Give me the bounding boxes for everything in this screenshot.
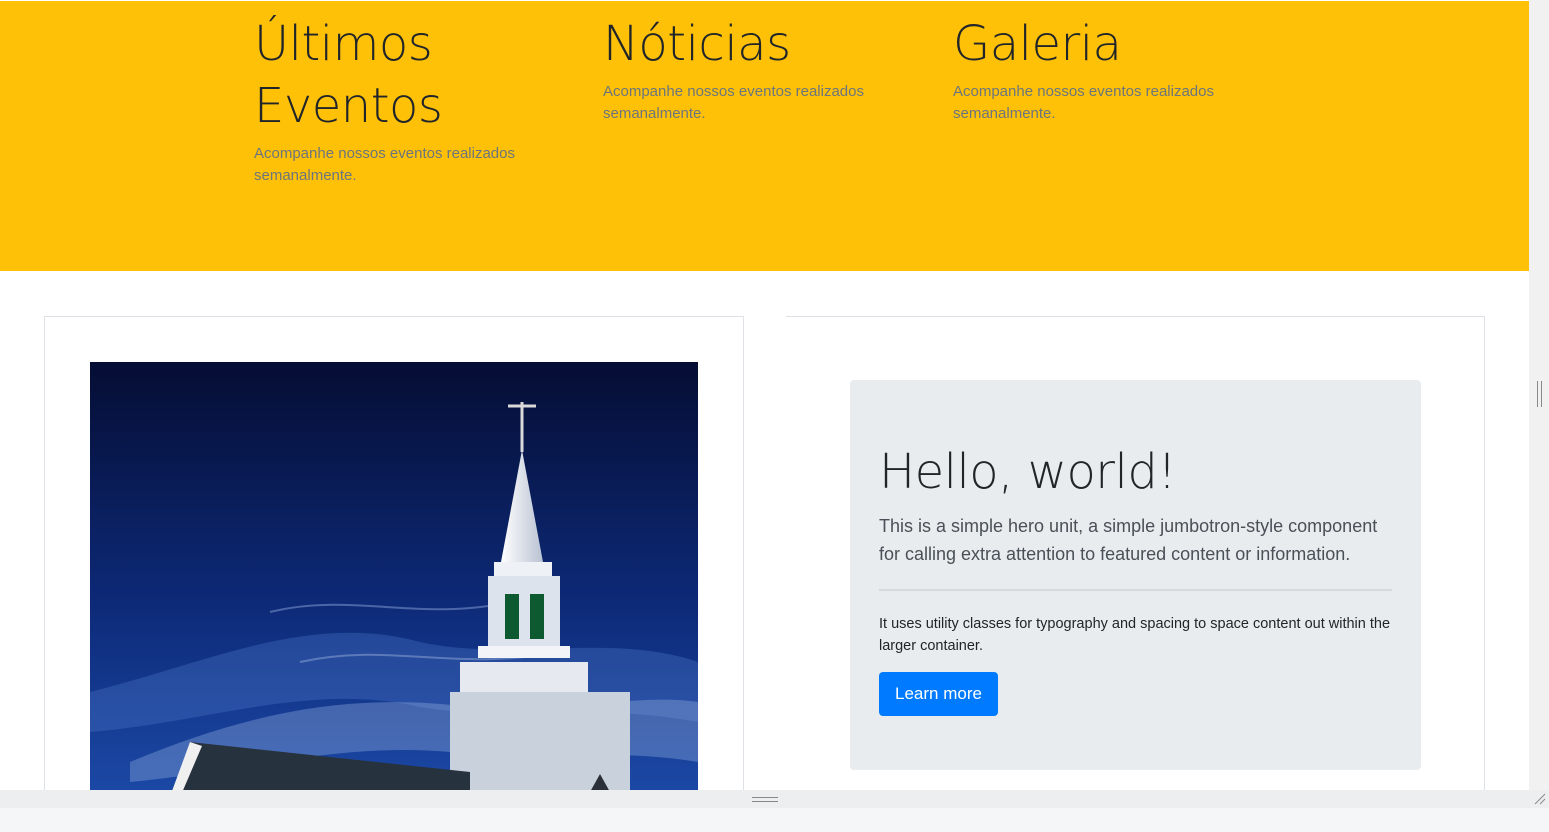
hero-title-events: Últimos Eventos [254,16,443,134]
jumbotron-lead: This is a simple hero unit, a simple jum… [879,516,1378,564]
hero-column-events: Últimos Eventos Acompanhe nossos eventos… [254,13,544,187]
resize-corner-icon[interactable] [1532,791,1546,805]
hero-title-news: Nóticias [603,16,791,72]
hero-column-gallery: Galeria Acompanhe nossos eventos realiza… [953,13,1243,125]
divider [879,589,1392,591]
jumbotron-body: It uses utility classes for typography a… [879,616,1391,654]
hero-subtitle-news: Acompanhe nossos eventos realizados sema… [603,83,864,122]
jumbotron-heading: Hello, world! [879,444,1177,500]
hero-title-gallery: Galeria [953,16,1122,72]
hero-banner: Últimos Eventos Acompanhe nossos eventos… [0,1,1529,271]
status-area [0,808,1549,832]
hero-column-news: Nóticias Acompanhe nossos eventos realiz… [603,13,893,125]
jumbotron: Hello, world! This is a simple hero unit… [850,380,1421,770]
hero-subtitle-gallery: Acompanhe nossos eventos realizados sema… [953,83,1214,122]
hero-subtitle-events: Acompanhe nossos eventos realizados sema… [254,145,515,184]
learn-more-button[interactable]: Learn more [879,672,998,716]
jumbotron-card: Hello, world! This is a simple hero unit… [786,316,1485,790]
church-photo [90,362,698,790]
splitter-handle-icon[interactable] [752,797,778,802]
splitter-grip-icon[interactable] [1537,381,1542,407]
image-card [44,316,744,790]
page-viewport: Últimos Eventos Acompanhe nossos eventos… [0,0,1529,790]
